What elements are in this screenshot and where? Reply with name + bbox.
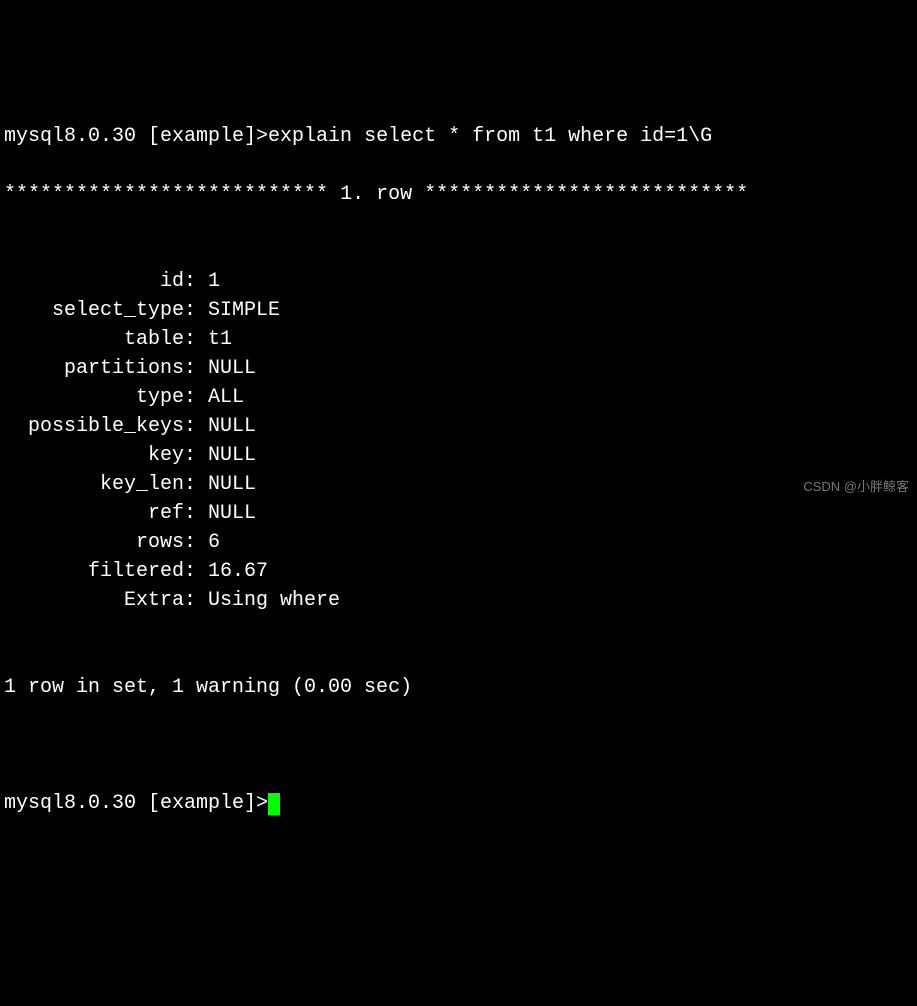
- separator-left: ***************************: [4, 183, 328, 206]
- explain-key: table: [4, 325, 184, 354]
- kv-colon: :: [184, 470, 208, 499]
- explain-value: NULL: [208, 499, 256, 528]
- separator-label: 1. row: [328, 183, 424, 206]
- explain-value: ALL: [208, 383, 244, 412]
- kv-colon: :: [184, 557, 208, 586]
- explain-value: NULL: [208, 470, 256, 499]
- explain-key: ref: [4, 499, 184, 528]
- explain-value: t1: [208, 325, 232, 354]
- explain-row: id: 1: [4, 267, 913, 296]
- kv-colon: :: [184, 586, 208, 615]
- cursor-icon[interactable]: [268, 793, 280, 815]
- kv-colon: :: [184, 354, 208, 383]
- explain-value: NULL: [208, 354, 256, 383]
- explain-key: possible_keys: [4, 412, 184, 441]
- explain-value: 16.67: [208, 557, 268, 586]
- kv-colon: :: [184, 412, 208, 441]
- kv-colon: :: [184, 528, 208, 557]
- prompt-command[interactable]: explain select * from t1 where id=1\G: [268, 125, 712, 148]
- explain-value: 6: [208, 528, 220, 557]
- kv-colon: :: [184, 325, 208, 354]
- prompt-prefix-2: mysql8.0.30 [example]>: [4, 792, 268, 815]
- explain-row: table: t1: [4, 325, 913, 354]
- explain-row: key_len: NULL: [4, 470, 913, 499]
- kv-colon: :: [184, 441, 208, 470]
- prompt-line-1: mysql8.0.30 [example]>explain select * f…: [4, 122, 913, 151]
- explain-row: Extra: Using where: [4, 586, 913, 615]
- separator-right: ***************************: [424, 183, 748, 206]
- explain-key: filtered: [4, 557, 184, 586]
- explain-row: possible_keys: NULL: [4, 412, 913, 441]
- explain-row: type: ALL: [4, 383, 913, 412]
- row-separator: *************************** 1. row *****…: [4, 180, 913, 209]
- explain-value: SIMPLE: [208, 296, 280, 325]
- explain-row: rows: 6: [4, 528, 913, 557]
- explain-key: rows: [4, 528, 184, 557]
- explain-key: type: [4, 383, 184, 412]
- explain-key: key: [4, 441, 184, 470]
- explain-output: id: 1select_type: SIMPLEtable: t1partiti…: [4, 267, 913, 615]
- prompt-line-2: mysql8.0.30 [example]>: [4, 789, 913, 818]
- explain-value: Using where: [208, 586, 340, 615]
- watermark: CSDN @小胖鲸客: [803, 478, 909, 497]
- blank-line: [4, 731, 913, 760]
- prompt-prefix: mysql8.0.30 [example]>: [4, 125, 268, 148]
- explain-key: select_type: [4, 296, 184, 325]
- explain-key: partitions: [4, 354, 184, 383]
- explain-value: NULL: [208, 412, 256, 441]
- summary-line: 1 row in set, 1 warning (0.00 sec): [4, 673, 913, 702]
- explain-key: key_len: [4, 470, 184, 499]
- kv-colon: :: [184, 296, 208, 325]
- explain-row: ref: NULL: [4, 499, 913, 528]
- kv-colon: :: [184, 383, 208, 412]
- explain-value: 1: [208, 267, 220, 296]
- explain-row: key: NULL: [4, 441, 913, 470]
- explain-key: id: [4, 267, 184, 296]
- explain-row: partitions: NULL: [4, 354, 913, 383]
- explain-key: Extra: [4, 586, 184, 615]
- kv-colon: :: [184, 267, 208, 296]
- kv-colon: :: [184, 499, 208, 528]
- explain-row: filtered: 16.67: [4, 557, 913, 586]
- explain-value: NULL: [208, 441, 256, 470]
- explain-row: select_type: SIMPLE: [4, 296, 913, 325]
